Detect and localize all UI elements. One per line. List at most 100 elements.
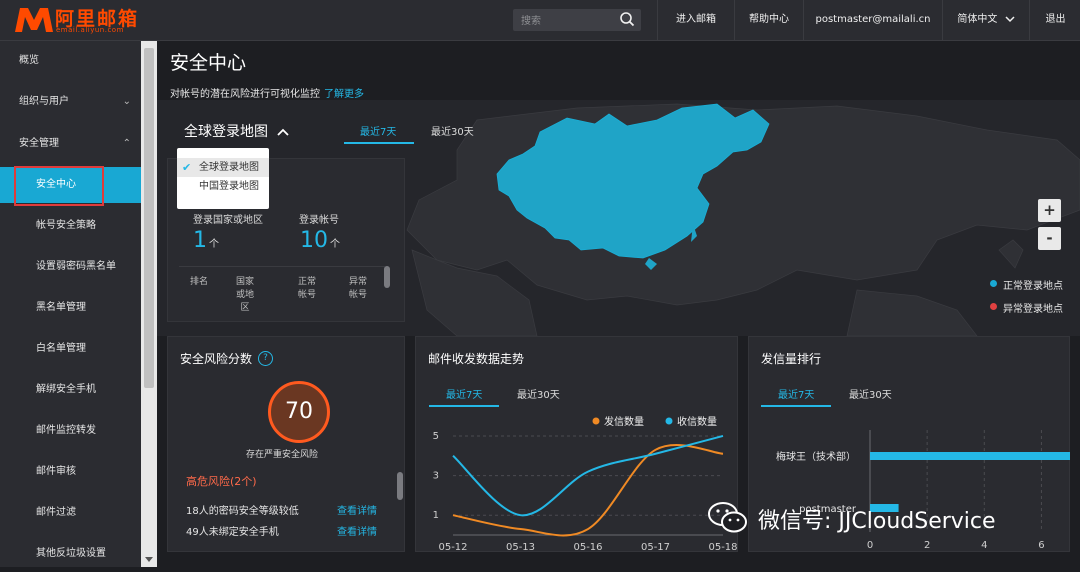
ranking-card-title: 发信量排行: [761, 352, 822, 366]
learn-more-link[interactable]: 了解更多: [324, 89, 364, 100]
sidebar-item-mail-forward[interactable]: 邮件监控转发: [0, 413, 141, 449]
sidebar-item-label: 安全管理: [19, 138, 59, 149]
language-label: 简体中文: [957, 14, 998, 25]
map-view-select[interactable]: 全球登录地图: [184, 121, 290, 141]
map-view-dropdown: ✔ 全球登录地图 中国登录地图: [177, 148, 269, 209]
x-tick-label: 2: [924, 540, 930, 551]
sidebar-item-label: 解绑安全手机: [36, 384, 96, 395]
trend-tab-7days[interactable]: 最近7天: [446, 386, 482, 401]
risk-score-card: [167, 336, 405, 552]
ranking-tab-indicator: [761, 405, 831, 407]
table-header-abnormal: 异常帐号: [348, 277, 367, 300]
bar: [870, 452, 1070, 460]
ranking-tab-7days[interactable]: 最近7天: [778, 386, 814, 401]
zoom-out-button[interactable]: -: [1038, 227, 1061, 250]
sidebar-item-label: 白名单管理: [36, 343, 86, 354]
trend-card-title: 邮件收发数据走势: [428, 352, 525, 366]
check-icon: ✔: [182, 161, 192, 174]
sidebar-item-label: 概览: [19, 55, 39, 66]
sidebar-item-label: 组织与用户: [19, 96, 69, 107]
logo[interactable]: 阿里邮箱 email.aliyun.com: [12, 4, 162, 36]
stat-value-accounts: 10: [300, 228, 328, 253]
stat-accounts: 10 个: [300, 228, 340, 253]
dropdown-option-label: 全球登录地图: [199, 162, 259, 173]
page-title: 安全中心: [170, 52, 247, 74]
sidebar-scrollbar-thumb[interactable]: [144, 48, 154, 388]
stat-countries: 1个: [193, 228, 219, 253]
risk-scrollbar[interactable]: [397, 472, 403, 500]
enter-mail-link[interactable]: 进入邮箱: [657, 0, 734, 40]
wechat-icon: [708, 502, 747, 533]
sidebar-item-account-policy[interactable]: 帐号安全策略: [0, 208, 141, 244]
sidebar-item-overview[interactable]: 概览: [0, 43, 141, 79]
high-risk-count: 高危风险(2个): [186, 475, 257, 488]
x-tick-label: 05-16: [573, 542, 602, 553]
user-account-link[interactable]: postmaster@mailali.cn: [803, 0, 942, 40]
dropdown-option-label: 中国登录地图: [199, 181, 259, 192]
mail-trend-chart: 1 3 5 05-12 05-13 05-16 05-17 05-18 发信数量 收信数量: [433, 415, 738, 553]
risk-item-text: 49人未绑定安全手机: [186, 527, 279, 538]
table-scrollbar[interactable]: [384, 266, 390, 288]
trend-tab-indicator: [429, 405, 499, 407]
ranking-tab-30days[interactable]: 最近30天: [849, 386, 892, 401]
sidebar-item-org-users[interactable]: 组织与用户 ⌄: [0, 84, 141, 120]
x-tick-label: 05-12: [438, 542, 467, 553]
stat-value-countries: 1: [193, 228, 207, 253]
chevron-up-icon: ⌃: [122, 138, 131, 149]
map-tab-indicator: [344, 142, 414, 144]
legend-label: 发信数量: [604, 415, 644, 428]
legend-marker: [665, 417, 673, 425]
chevron-down-icon: ⌄: [122, 96, 131, 107]
risk-item-text: 18人的密码安全等级较低: [186, 506, 299, 517]
sidebar-item-unbind-phone[interactable]: 解绑安全手机: [0, 372, 141, 408]
category-label: 梅球王（技术部）: [776, 450, 856, 463]
search-input[interactable]: [519, 11, 618, 31]
trend-tab-30days[interactable]: 最近30天: [517, 386, 560, 401]
view-details-link[interactable]: 查看详情: [337, 502, 377, 517]
legend-dot-normal: [990, 280, 997, 287]
view-details-link[interactable]: 查看详情: [337, 523, 377, 538]
help-icon[interactable]: ?: [258, 351, 273, 366]
search-icon[interactable]: [619, 11, 635, 27]
stat-unit: 个: [209, 239, 219, 250]
logo-sub: email.aliyun.com: [56, 26, 124, 34]
sidebar-item-label: 设置弱密码黑名单: [36, 261, 116, 272]
map-view-label: 全球登录地图: [184, 124, 268, 140]
stat-label-countries: 登录国家或地区: [193, 215, 263, 226]
sidebar-item-label: 帐号安全策略: [36, 220, 96, 231]
logout-link[interactable]: 退出: [1029, 0, 1080, 40]
sidebar-item-whitelist[interactable]: 白名单管理: [0, 331, 141, 367]
y-tick-label: 5: [433, 431, 439, 442]
stat-unit: 个: [330, 239, 340, 250]
sidebar-item-mail-audit[interactable]: 邮件审核: [0, 454, 141, 490]
sidebar-item-mail-filter[interactable]: 邮件过滤: [0, 495, 141, 531]
series-line-0: [452, 444, 724, 537]
sidebar-item-security-mgmt[interactable]: 安全管理 ⌃: [0, 126, 141, 162]
page-description: 对帐号的潜在风险进行可视化监控 了解更多: [170, 85, 364, 100]
scroll-down-icon[interactable]: [143, 556, 155, 564]
sidebar-item-blacklist[interactable]: 黑名单管理: [0, 290, 141, 326]
sidebar-item-label: 邮件审核: [36, 466, 76, 477]
x-tick-label: 6: [1038, 540, 1044, 551]
x-tick-label: 0: [867, 540, 873, 551]
table-header-normal: 正常帐号: [297, 277, 316, 300]
sidebar-item-label: 黑名单管理: [36, 302, 86, 313]
help-center-link[interactable]: 帮助中心: [734, 0, 803, 40]
watermark-text: 微信号: JJCloudService: [758, 509, 996, 534]
risk-card-title: 安全风险分数: [180, 352, 253, 366]
dropdown-option-china[interactable]: 中国登录地图: [177, 177, 269, 196]
y-tick-label: 3: [433, 471, 439, 482]
sidebar-item-label: 邮件监控转发: [36, 425, 96, 436]
y-tick-label: 1: [433, 510, 439, 521]
search-box[interactable]: [513, 9, 641, 31]
zoom-in-button[interactable]: +: [1038, 199, 1061, 222]
divider: [179, 266, 385, 267]
legend-dot-abnormal: [990, 303, 997, 310]
map-tab-7days[interactable]: 最近7天: [360, 123, 396, 138]
map-tab-30days[interactable]: 最近30天: [431, 123, 474, 138]
language-select[interactable]: 简体中文: [942, 0, 1029, 40]
sidebar: 概览 组织与用户 ⌄ 安全管理 ⌃ 安全中心 帐号安全策略 设置弱密码黑名单 黑名单…: [0, 41, 141, 567]
dropdown-option-global[interactable]: ✔ 全球登录地图: [177, 158, 269, 177]
sidebar-item-weak-password[interactable]: 设置弱密码黑名单: [0, 249, 141, 285]
watermark: 微信号: JJCloudService: [706, 498, 1066, 538]
